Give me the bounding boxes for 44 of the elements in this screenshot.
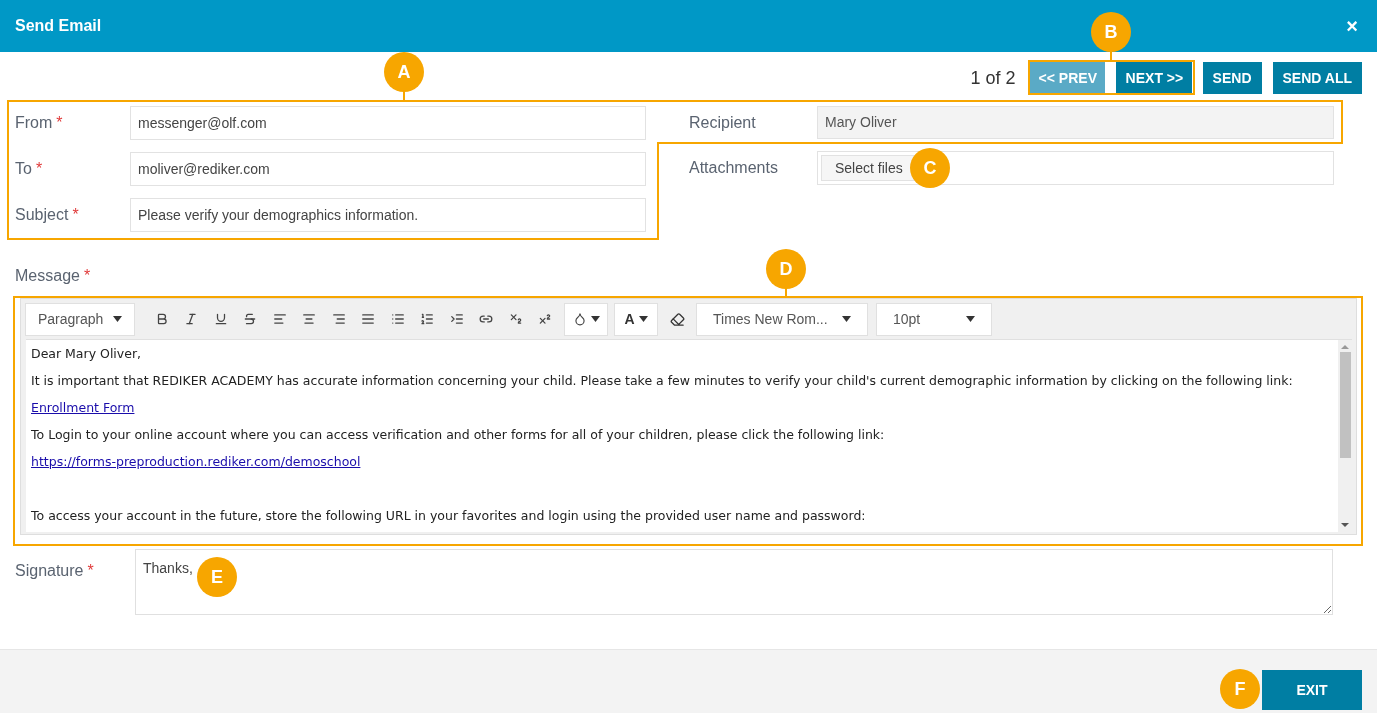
caret-icon — [113, 316, 122, 322]
text-field[interactable]: Please verify your demographics information. — [130, 198, 646, 232]
callout-badge: D — [766, 249, 806, 289]
required-mark: * — [56, 113, 63, 133]
font-size-dropdown[interactable]: 10pt — [876, 302, 992, 336]
field-label: Recipient — [689, 112, 756, 133]
caret-icon — [966, 316, 975, 322]
callout-badge: C — [910, 148, 950, 188]
next-button[interactable]: NEXT >> — [1115, 62, 1192, 94]
required-mark: * — [35, 159, 43, 179]
scrollbar[interactable] — [1338, 340, 1352, 532]
send-button[interactable]: SEND ALL — [1272, 62, 1362, 94]
field-label: Subject — [15, 205, 69, 225]
background-color-dropdown[interactable] — [564, 302, 608, 336]
window-title: Send Email — [15, 16, 102, 36]
field-label: Signature — [15, 561, 84, 581]
field-label: Attachments — [689, 158, 778, 178]
field-label: To — [15, 159, 32, 179]
page-counter: 1 of 2 — [970, 66, 1016, 90]
message-link[interactable]: Enrollment Form — [31, 400, 135, 415]
send-button[interactable]: SEND — [1202, 62, 1262, 94]
block-format-dropdown[interactable]: Paragraph — [25, 302, 135, 336]
message-paragraph: To Login to your online account where you can access verification and other forms for all of your children, please click the following link: — [31, 426, 886, 444]
caret-icon — [638, 316, 648, 322]
field-label: From — [15, 113, 53, 133]
text-field[interactable]: moliver@rediker.com — [130, 152, 646, 186]
callout-badge: E — [197, 557, 237, 597]
droplet-icon — [572, 312, 587, 326]
message-paragraph: Dear Mary Oliver, — [31, 345, 143, 363]
exit-button[interactable]: EXIT — [1262, 670, 1362, 710]
required-mark: * — [72, 205, 79, 225]
message-paragraph: It is important that REDIKER ACADEMY has accurate information concerning your child. Please take a few minutes to verify your child's current demographic information by clicking on the following link: — [31, 372, 1294, 390]
message-paragraph: To access your account in the future, store the following URL in your favorites and login using the provided user name and password: — [31, 507, 867, 525]
field-label: Message — [15, 266, 80, 286]
select-files-button[interactable]: Select files — [821, 155, 917, 181]
caret-icon — [590, 316, 600, 322]
caret-icon — [842, 316, 851, 322]
text-field[interactable]: messenger@olf.com — [130, 106, 646, 140]
message-link[interactable]: https://forms-preproduction.rediker.com/demoschool — [31, 454, 361, 469]
text-color-dropdown[interactable]: A — [614, 302, 658, 336]
required-mark: * — [87, 561, 94, 581]
required-mark: * — [83, 266, 91, 286]
callout-badge: A — [384, 52, 424, 92]
font-family-dropdown[interactable]: Times New Rom... — [696, 302, 868, 336]
